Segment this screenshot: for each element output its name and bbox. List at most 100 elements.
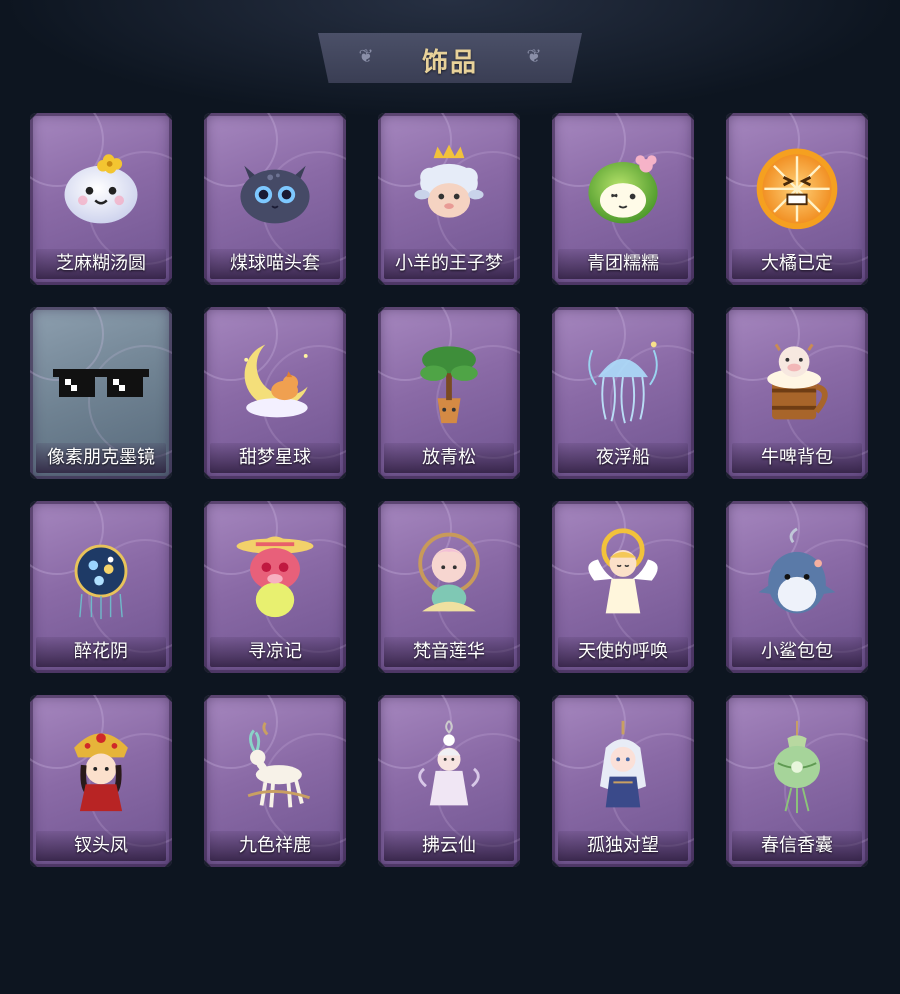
frame-corner-notch: [552, 665, 560, 673]
swirl-ornament-icon: ❦: [526, 46, 542, 67]
accessory-card[interactable]: 甜梦星球: [204, 307, 346, 479]
frame-corner-notch: [164, 307, 172, 315]
frame-corner-notch: [204, 859, 212, 867]
cat-head-icon: [225, 135, 325, 235]
accessory-name: 天使的呼唤: [578, 641, 668, 662]
accessory-card[interactable]: 夜浮船: [552, 307, 694, 479]
accessory-name: 钗头凤: [74, 835, 128, 856]
frame-corner-notch: [338, 859, 346, 867]
accessory-name: 梵音莲华: [413, 641, 485, 662]
frame-corner-notch: [860, 113, 868, 121]
frame-corner-notch: [552, 859, 560, 867]
accessory-name: 青团糯糯: [587, 253, 659, 274]
lotus-child-icon: [399, 523, 499, 623]
frame-corner-notch: [164, 695, 172, 703]
frame-corner-notch: [512, 501, 520, 509]
cloud-fairy-charm-icon: [399, 717, 499, 817]
accessory-card[interactable]: 春信香囊: [726, 695, 868, 867]
accessory-card[interactable]: 寻凉记: [204, 501, 346, 673]
accessory-card[interactable]: 钗头凤: [30, 695, 172, 867]
accessory-name: 九色祥鹿: [239, 835, 311, 856]
frame-corner-notch: [338, 665, 346, 673]
frame-corner-notch: [164, 501, 172, 509]
frame-corner-notch: [860, 471, 868, 479]
accessory-name: 像素朋克墨镜: [47, 447, 155, 468]
frame-corner-notch: [30, 471, 38, 479]
frame-corner-notch: [686, 695, 694, 703]
frame-corner-notch: [686, 113, 694, 121]
accessory-name: 甜梦星球: [239, 447, 311, 468]
accessory-name: 拂云仙: [422, 835, 476, 856]
frame-corner-notch: [164, 113, 172, 121]
frame-corner-notch: [686, 471, 694, 479]
accessory-card[interactable]: 小鲨包包: [726, 501, 868, 673]
frame-corner-notch: [338, 501, 346, 509]
frame-corner-notch: [860, 277, 868, 285]
accessory-name: 小鲨包包: [761, 641, 833, 662]
green-rice-ball-icon: [573, 135, 673, 235]
accessory-name: 放青松: [422, 447, 476, 468]
accessory-card[interactable]: 像素朋克墨镜: [30, 307, 172, 479]
moon-fox-icon: [225, 329, 325, 429]
frame-corner-notch: [860, 665, 868, 673]
frame-corner-notch: [338, 471, 346, 479]
angel-icon: [573, 523, 673, 623]
sheep-crown-icon: [399, 135, 499, 235]
accessory-card[interactable]: 醉花阴: [30, 501, 172, 673]
frame-corner-notch: [512, 307, 520, 315]
sachet-icon: [747, 717, 847, 817]
accessory-card[interactable]: 拂云仙: [378, 695, 520, 867]
accessory-card[interactable]: 煤球喵头套: [204, 113, 346, 285]
frame-corner-notch: [512, 113, 520, 121]
frame-corner-notch: [204, 277, 212, 285]
accessory-card[interactable]: 牛啤背包: [726, 307, 868, 479]
frame-corner-notch: [164, 277, 172, 285]
frame-corner-notch: [204, 471, 212, 479]
pixel-sunglasses-icon: [51, 329, 151, 429]
frame-corner-notch: [164, 665, 172, 673]
accessory-card[interactable]: 梵音莲华: [378, 501, 520, 673]
frame-corner-notch: [726, 859, 734, 867]
accessory-name: 夜浮船: [596, 447, 650, 468]
frame-corner-notch: [552, 277, 560, 285]
frame-corner-notch: [686, 307, 694, 315]
accessory-card[interactable]: 大橘已定: [726, 113, 868, 285]
accessory-card[interactable]: 芝麻糊汤圆: [30, 113, 172, 285]
orange-slice-icon: [747, 135, 847, 235]
phoenix-crown-doll-icon: [51, 717, 151, 817]
pine-tree-pot-icon: [399, 329, 499, 429]
frame-corner-notch: [860, 859, 868, 867]
accessory-grid: 芝麻糊汤圆 煤球喵头套 小羊的王子梦 青团糯糯 大橘已定像素朋克墨镜 甜梦星球 放青松 夜浮船…: [30, 113, 868, 871]
accessory-name: 大橘已定: [761, 253, 833, 274]
frame-corner-notch: [860, 307, 868, 315]
frame-corner-notch: [30, 277, 38, 285]
frame-corner-notch: [512, 471, 520, 479]
flower-lantern-icon: [51, 523, 151, 623]
shark-bag-icon: [747, 523, 847, 623]
frame-corner-notch: [686, 501, 694, 509]
pink-bear-hat-icon: [225, 523, 325, 623]
frame-corner-notch: [338, 695, 346, 703]
frame-corner-notch: [726, 277, 734, 285]
frame-corner-notch: [378, 277, 386, 285]
tangyuan-icon: [51, 135, 151, 235]
deer-icon: [225, 717, 325, 817]
jellyfish-icon: [573, 329, 673, 429]
frame-corner-notch: [552, 471, 560, 479]
frame-corner-notch: [686, 665, 694, 673]
accessory-card[interactable]: 孤独对望: [552, 695, 694, 867]
accessory-card[interactable]: 天使的呼唤: [552, 501, 694, 673]
accessory-card[interactable]: 青团糯糯: [552, 113, 694, 285]
accessory-card[interactable]: 放青松: [378, 307, 520, 479]
frame-corner-notch: [512, 665, 520, 673]
accessory-card[interactable]: 九色祥鹿: [204, 695, 346, 867]
accessory-name: 寻凉记: [248, 641, 302, 662]
accessory-name: 煤球喵头套: [230, 253, 320, 274]
accessory-card[interactable]: 小羊的王子梦: [378, 113, 520, 285]
title-banner: ❦ 饰品 ❦: [318, 33, 582, 83]
frame-corner-notch: [378, 471, 386, 479]
frame-corner-notch: [686, 277, 694, 285]
frame-corner-notch: [30, 859, 38, 867]
frame-corner-notch: [164, 859, 172, 867]
cow-beer-mug-icon: [747, 329, 847, 429]
